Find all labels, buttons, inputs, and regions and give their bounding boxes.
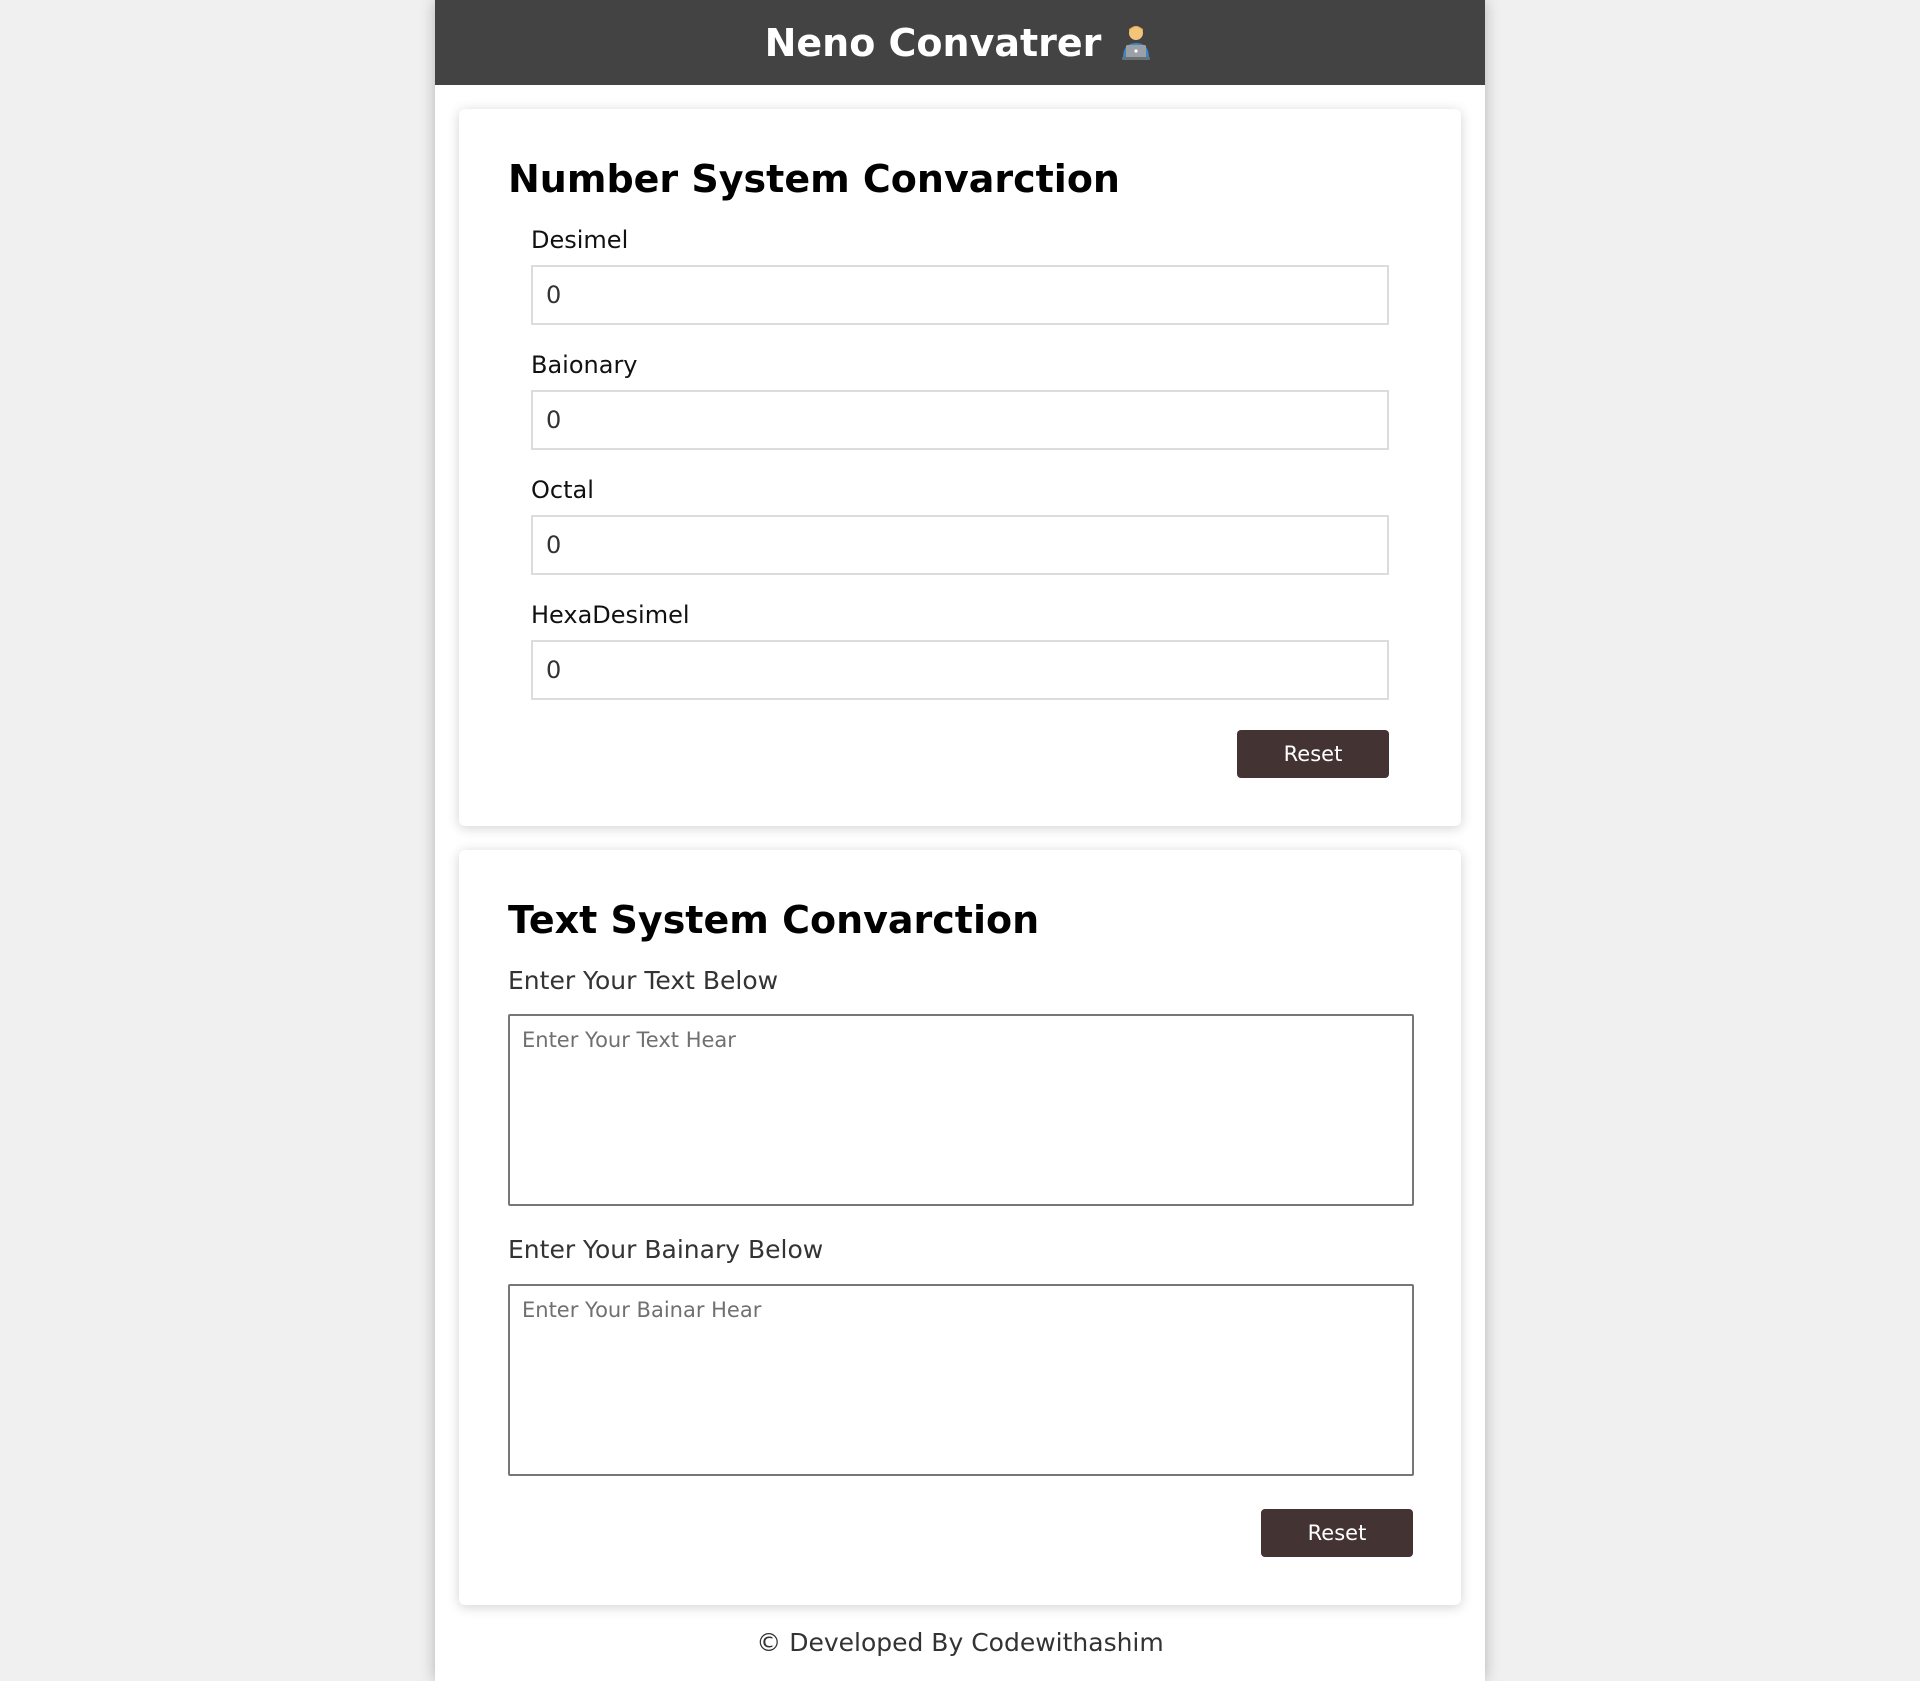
footer-credit: © Developed By Codewithashim bbox=[756, 1628, 1164, 1657]
number-system-title: Number System Convarction bbox=[508, 157, 1120, 201]
text-system-card: Text System Convarction Enter Your Text … bbox=[459, 850, 1461, 1605]
number-reset-button[interactable]: Reset bbox=[1237, 730, 1389, 778]
decimal-label: Desimel bbox=[531, 226, 629, 254]
text-input-label: Enter Your Text Below bbox=[508, 966, 779, 995]
binary-input-label: Enter Your Bainary Below bbox=[508, 1235, 824, 1264]
header-bar: Neno Convatrer bbox=[435, 0, 1485, 85]
text-reset-button[interactable]: Reset bbox=[1261, 1509, 1413, 1557]
number-system-card: Number System Convarction Desimel Baiona… bbox=[459, 109, 1461, 826]
app-title: Neno Convatrer bbox=[765, 21, 1156, 65]
binary-input[interactable] bbox=[531, 390, 1389, 450]
hexadecimal-label: HexaDesimel bbox=[531, 601, 690, 629]
octal-label: Octal bbox=[531, 476, 594, 504]
text-system-title: Text System Convarction bbox=[508, 898, 1040, 942]
binary-label: Baionary bbox=[531, 351, 638, 379]
binary-input-area[interactable] bbox=[508, 1284, 1414, 1476]
app-container: Neno Convatrer Number System Convarction… bbox=[435, 0, 1485, 1681]
octal-input[interactable] bbox=[531, 515, 1389, 575]
technologist-icon bbox=[1117, 24, 1155, 62]
hexadecimal-input[interactable] bbox=[531, 640, 1389, 700]
decimal-input[interactable] bbox=[531, 265, 1389, 325]
app-title-text: Neno Convatrer bbox=[764, 20, 1102, 65]
text-input-area[interactable] bbox=[508, 1014, 1414, 1206]
